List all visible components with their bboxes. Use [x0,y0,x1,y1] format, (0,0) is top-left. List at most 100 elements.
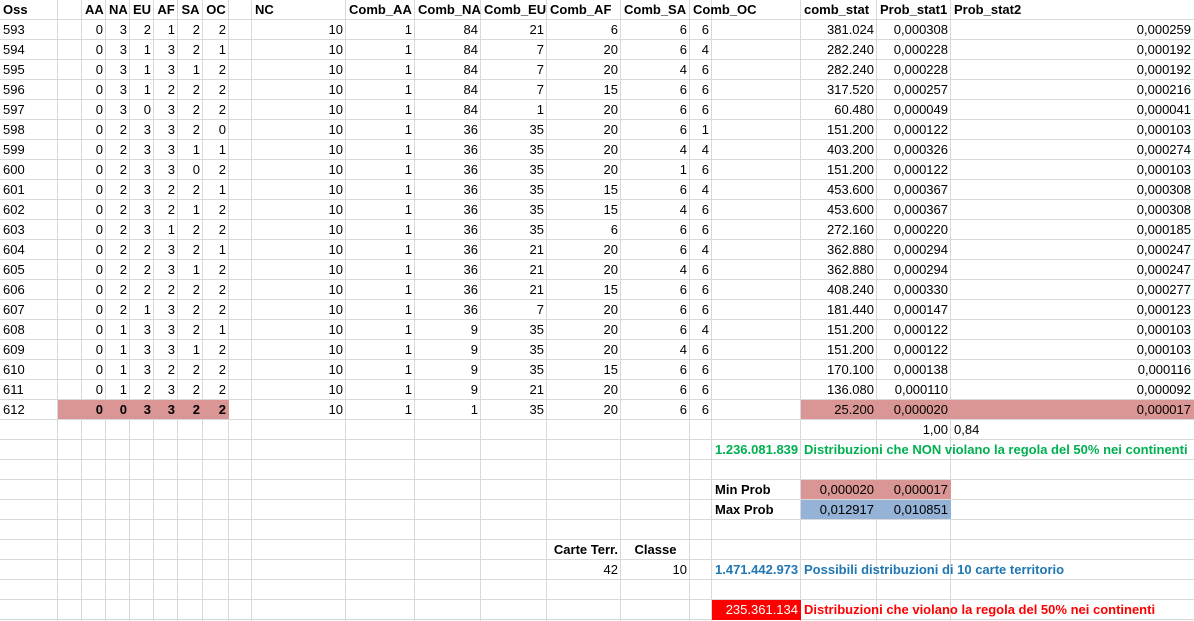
row-id-cell[interactable]: 593 [0,20,58,40]
data-cell[interactable]: 3 [154,300,178,320]
data-cell[interactable]: 10 [252,160,346,180]
total-prob-stat1[interactable]: 1,00 [877,420,951,440]
data-cell[interactable]: 36 [415,180,481,200]
data-cell[interactable]: 4 [690,180,712,200]
data-cell[interactable]: 2 [154,280,178,300]
carte-terr-value[interactable]: 42 [547,560,621,580]
violating-label[interactable]: Distribuzioni che violano la regola del … [801,600,1194,620]
carte-terr-label[interactable]: Carte Terr. [547,540,621,560]
data-cell[interactable]: 2 [203,160,229,180]
data-cell[interactable]: 2 [178,380,203,400]
data-cell[interactable]: 4 [621,140,690,160]
data-cell[interactable]: 0,000049 [877,100,951,120]
column-header[interactable]: Oss [0,0,58,20]
data-cell[interactable]: 4 [690,140,712,160]
data-cell[interactable]: 1 [154,220,178,240]
highlighted-cell[interactable]: 3 [154,400,178,419]
data-cell[interactable]: 4 [690,40,712,60]
column-header[interactable]: Prob_stat2 [951,0,1194,20]
data-cell[interactable]: 2 [154,360,178,380]
data-cell[interactable]: 10 [252,100,346,120]
data-cell[interactable]: 0,000294 [877,240,951,260]
data-cell[interactable]: 2 [130,260,154,280]
data-cell[interactable]: 1 [106,320,130,340]
data-cell[interactable]: 1 [346,180,415,200]
column-header[interactable]: NA [106,0,130,20]
data-cell[interactable]: 6 [690,60,712,80]
row-id-cell[interactable]: 604 [0,240,58,260]
data-cell[interactable]: 0 [82,240,106,260]
data-cell[interactable]: 2 [106,180,130,200]
data-cell[interactable]: 0 [82,140,106,160]
data-cell[interactable]: 3 [154,140,178,160]
data-cell[interactable]: 2 [178,40,203,60]
highlighted-cell[interactable]: 0 [82,400,106,419]
data-cell[interactable]: 20 [547,320,621,340]
data-cell[interactable]: 1 [346,80,415,100]
data-cell[interactable]: 10 [252,120,346,140]
data-cell[interactable]: 1 [346,220,415,240]
column-header[interactable]: Prob_stat1 [877,0,951,20]
data-cell[interactable]: 2 [203,200,229,220]
data-cell[interactable]: 3 [130,360,154,380]
possible-count[interactable]: 1.471.442.973 [712,560,801,580]
data-cell[interactable]: 0 [82,340,106,360]
data-cell[interactable]: 181.440 [801,300,877,320]
data-cell[interactable]: 0,000257 [877,80,951,100]
non-violating-label[interactable]: Distribuzioni che NON violano la regola … [801,440,1194,460]
data-cell[interactable]: 1 [346,280,415,300]
data-cell[interactable]: 3 [154,320,178,340]
data-cell[interactable]: 10 [252,380,346,400]
data-cell[interactable]: 6 [621,240,690,260]
column-header[interactable]: Comb_AA [346,0,415,20]
data-cell[interactable]: 35 [481,200,547,220]
data-cell[interactable]: 0,000228 [877,40,951,60]
data-cell[interactable]: 6 [547,20,621,40]
data-cell[interactable]: 7 [481,300,547,320]
data-cell[interactable]: 0,000247 [951,260,1194,280]
row-id-cell[interactable]: 595 [0,60,58,80]
data-cell[interactable]: 0,000110 [877,380,951,400]
data-cell[interactable]: 6 [621,100,690,120]
data-cell[interactable]: 1 [346,40,415,60]
column-header[interactable]: comb_stat [801,0,877,20]
data-cell[interactable]: 3 [106,40,130,60]
data-cell[interactable]: 3 [106,20,130,40]
data-cell[interactable]: 6 [690,160,712,180]
possible-label[interactable]: Possibili distribuzioni di 10 carte terr… [801,560,1194,580]
column-header[interactable]: Comb_AF [547,0,621,20]
data-cell[interactable]: 35 [481,220,547,240]
min-prob-label[interactable]: Min Prob [712,480,801,500]
data-cell[interactable]: 10 [252,320,346,340]
data-cell[interactable]: 0,000367 [877,200,951,220]
data-cell[interactable]: 0 [82,360,106,380]
data-cell[interactable]: 151.200 [801,160,877,180]
data-cell[interactable]: 35 [481,360,547,380]
data-cell[interactable]: 1 [346,140,415,160]
data-cell[interactable]: 1 [203,180,229,200]
data-cell[interactable]: 0,000294 [877,260,951,280]
data-cell[interactable]: 6 [690,260,712,280]
row-id-cell[interactable]: 596 [0,80,58,100]
data-cell[interactable]: 6 [690,380,712,400]
highlighted-cell[interactable]: 2 [178,400,203,419]
data-cell[interactable]: 6 [690,80,712,100]
highlighted-cell[interactable]: 2 [203,400,229,419]
row-id-cell[interactable]: 606 [0,280,58,300]
data-cell[interactable]: 6 [690,300,712,320]
data-cell[interactable]: 2 [203,80,229,100]
data-cell[interactable]: 0,000216 [951,80,1194,100]
data-cell[interactable]: 20 [547,140,621,160]
data-cell[interactable]: 0,000147 [877,300,951,320]
data-cell[interactable]: 136.080 [801,380,877,400]
row-id-cell[interactable]: 600 [0,160,58,180]
data-cell[interactable]: 6 [621,300,690,320]
data-cell[interactable]: 2 [130,380,154,400]
data-cell[interactable]: 20 [547,160,621,180]
data-cell[interactable]: 2 [106,280,130,300]
data-cell[interactable]: 84 [415,80,481,100]
min-prob-stat1[interactable]: 0,000020 [801,480,877,499]
data-cell[interactable]: 2 [178,120,203,140]
data-cell[interactable]: 3 [106,80,130,100]
data-cell[interactable]: 0,000122 [877,320,951,340]
